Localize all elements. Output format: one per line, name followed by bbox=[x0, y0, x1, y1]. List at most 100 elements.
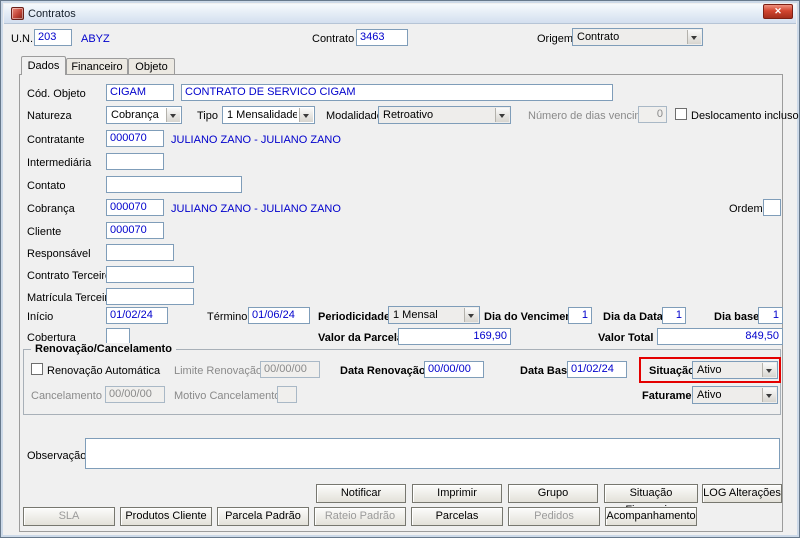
intermediaria-field[interactable] bbox=[106, 153, 164, 170]
contato-field[interactable] bbox=[106, 176, 242, 193]
contrato-terceiro-label: Contrato Terceiro bbox=[27, 270, 112, 282]
modalidade-label: Modalidade bbox=[326, 110, 383, 122]
valor-total-field[interactable]: 849,50 bbox=[657, 328, 783, 345]
cliente-field[interactable]: 000070 bbox=[106, 222, 164, 239]
situacao-value: Ativo bbox=[697, 364, 722, 376]
dia-base-field[interactable]: 1 bbox=[758, 307, 783, 324]
un-field[interactable]: 203 bbox=[34, 29, 72, 46]
tipo-select[interactable]: 1 Mensalidade bbox=[222, 106, 315, 124]
log-alteracoes-button[interactable]: LOG Alterações bbox=[702, 484, 782, 503]
pedidos-button: Pedidos bbox=[508, 507, 600, 526]
natureza-label: Natureza bbox=[27, 110, 72, 122]
acompanhamento-button[interactable]: Acompanhamento bbox=[605, 507, 697, 526]
deslocamento-checkbox[interactable] bbox=[675, 108, 687, 120]
responsavel-label: Responsável bbox=[27, 248, 91, 260]
dia-data-label: Dia da Data bbox=[603, 311, 663, 323]
limite-renovacao-field: 00/00/00 bbox=[260, 361, 320, 378]
close-icon[interactable]: ✕ bbox=[763, 4, 793, 19]
chevron-down-icon bbox=[495, 108, 509, 122]
dia-data-field[interactable]: 1 bbox=[662, 307, 686, 324]
contrato-field[interactable]: 3463 bbox=[356, 29, 408, 46]
chevron-down-icon bbox=[687, 30, 701, 44]
produtos-cliente-button[interactable]: Produtos Cliente bbox=[120, 507, 212, 526]
dia-vencimento-field[interactable]: 1 bbox=[568, 307, 592, 324]
termino-field[interactable]: 01/06/24 bbox=[248, 307, 310, 324]
notificar-button[interactable]: Notificar bbox=[316, 484, 406, 503]
parcela-padrao-button[interactable]: Parcela Padrão bbox=[217, 507, 309, 526]
periodicidade-label: Periodicidade bbox=[318, 311, 391, 323]
data-renovacao-field[interactable]: 00/00/00 bbox=[424, 361, 484, 378]
faturamento-value: Ativo bbox=[697, 389, 722, 401]
periodicidade-select[interactable]: 1 Mensal bbox=[388, 306, 480, 324]
cancelamento-label: Cancelamento bbox=[31, 390, 102, 402]
limite-renovacao-label: Limite Renovação bbox=[174, 365, 263, 377]
dia-base-label: Dia base bbox=[714, 311, 760, 323]
responsavel-field[interactable] bbox=[106, 244, 174, 261]
tab-financeiro[interactable]: Financeiro bbox=[66, 58, 128, 74]
contratante-desc-text: JULIANO ZANO - JULIANO ZANO bbox=[171, 134, 341, 146]
origem-label: Origem bbox=[537, 33, 574, 45]
deslocamento-label: Deslocamento incluso bbox=[691, 110, 799, 122]
chevron-down-icon bbox=[464, 308, 478, 322]
renovacao-automatica-label: Renovação Automática bbox=[47, 365, 161, 377]
motivo-cancelamento-field bbox=[277, 386, 297, 403]
cod-objeto-field[interactable]: CIGAM bbox=[106, 84, 174, 101]
sla-button: SLA bbox=[23, 507, 115, 526]
title-bar: Contratos bbox=[4, 4, 796, 24]
modalidade-value: Retroativo bbox=[383, 109, 434, 121]
tab-objeto[interactable]: Objeto bbox=[128, 58, 175, 74]
imprimir-button[interactable]: Imprimir bbox=[412, 484, 502, 503]
observacao-field[interactable] bbox=[85, 438, 780, 469]
cod-objeto-label: Cód. Objeto bbox=[27, 88, 86, 100]
natureza-value: Cobrança bbox=[111, 109, 159, 121]
motivo-cancelamento-label: Motivo Cancelamento bbox=[174, 390, 281, 402]
tab-dados[interactable]: Dados bbox=[21, 56, 66, 75]
parcelas-button[interactable]: Parcelas bbox=[411, 507, 503, 526]
situacao-select[interactable]: Ativo bbox=[692, 361, 778, 379]
grupo-button[interactable]: Grupo bbox=[508, 484, 598, 503]
ordem-label: Ordem bbox=[729, 203, 763, 215]
contato-label: Contato bbox=[27, 180, 66, 192]
rateio-padrao-button: Rateio Padrão bbox=[314, 507, 406, 526]
origem-select[interactable]: Contrato bbox=[572, 28, 703, 46]
termino-label: Término bbox=[207, 311, 248, 323]
contratante-field[interactable]: 000070 bbox=[106, 130, 164, 147]
contratos-window: Contratos ✕ U.N. 203 ABYZ Contrato 3463 … bbox=[0, 0, 800, 538]
cancelamento-field: 00/00/00 bbox=[105, 386, 165, 403]
renovacao-automatica-checkbox[interactable] bbox=[31, 363, 43, 375]
cobranca-desc-text: JULIANO ZANO - JULIANO ZANO bbox=[171, 203, 341, 215]
chevron-down-icon bbox=[299, 108, 313, 122]
matricula-terceiro-field[interactable] bbox=[106, 288, 194, 305]
valor-parcela-field[interactable]: 169,90 bbox=[398, 328, 511, 345]
chevron-down-icon bbox=[762, 363, 776, 377]
chevron-down-icon bbox=[166, 108, 180, 122]
un-label: U.N. bbox=[11, 33, 33, 45]
window-title: Contratos bbox=[28, 8, 76, 20]
observacao-label: Observação bbox=[27, 450, 87, 462]
situacao-label: Situação bbox=[649, 365, 695, 377]
dias-vencimento-field: 0 bbox=[638, 106, 667, 123]
contrato-terceiro-field[interactable] bbox=[106, 266, 194, 283]
cliente-label: Cliente bbox=[27, 226, 62, 238]
tipo-label: Tipo bbox=[197, 110, 218, 122]
data-base-field[interactable]: 01/02/24 bbox=[567, 361, 627, 378]
tipo-value: 1 Mensalidade bbox=[227, 109, 297, 121]
renovacao-group-title: Renovação/Cancelamento bbox=[31, 343, 176, 356]
inicio-label: Início bbox=[27, 311, 54, 323]
natureza-select[interactable]: Cobrança bbox=[106, 106, 182, 124]
inicio-field[interactable]: 01/02/24 bbox=[106, 307, 168, 324]
data-base-label: Data Base bbox=[520, 365, 574, 377]
ordem-field[interactable] bbox=[763, 199, 781, 216]
faturamento-select[interactable]: Ativo bbox=[692, 386, 778, 404]
cobranca-field[interactable]: 000070 bbox=[106, 199, 164, 216]
data-renovacao-label: Data Renovação bbox=[340, 365, 426, 377]
cod-objeto-desc-field[interactable]: CONTRATO DE SERVICO CIGAM bbox=[181, 84, 613, 101]
un-name-text: ABYZ bbox=[81, 33, 110, 45]
modalidade-select[interactable]: Retroativo bbox=[378, 106, 511, 124]
contratante-label: Contratante bbox=[27, 134, 85, 146]
chevron-down-icon bbox=[762, 388, 776, 402]
intermediaria-label: Intermediária bbox=[27, 157, 92, 169]
app-icon bbox=[11, 7, 24, 20]
valor-total-label: Valor Total bbox=[598, 332, 654, 344]
situacao-financeira-button[interactable]: Situação Financeira bbox=[604, 484, 698, 516]
